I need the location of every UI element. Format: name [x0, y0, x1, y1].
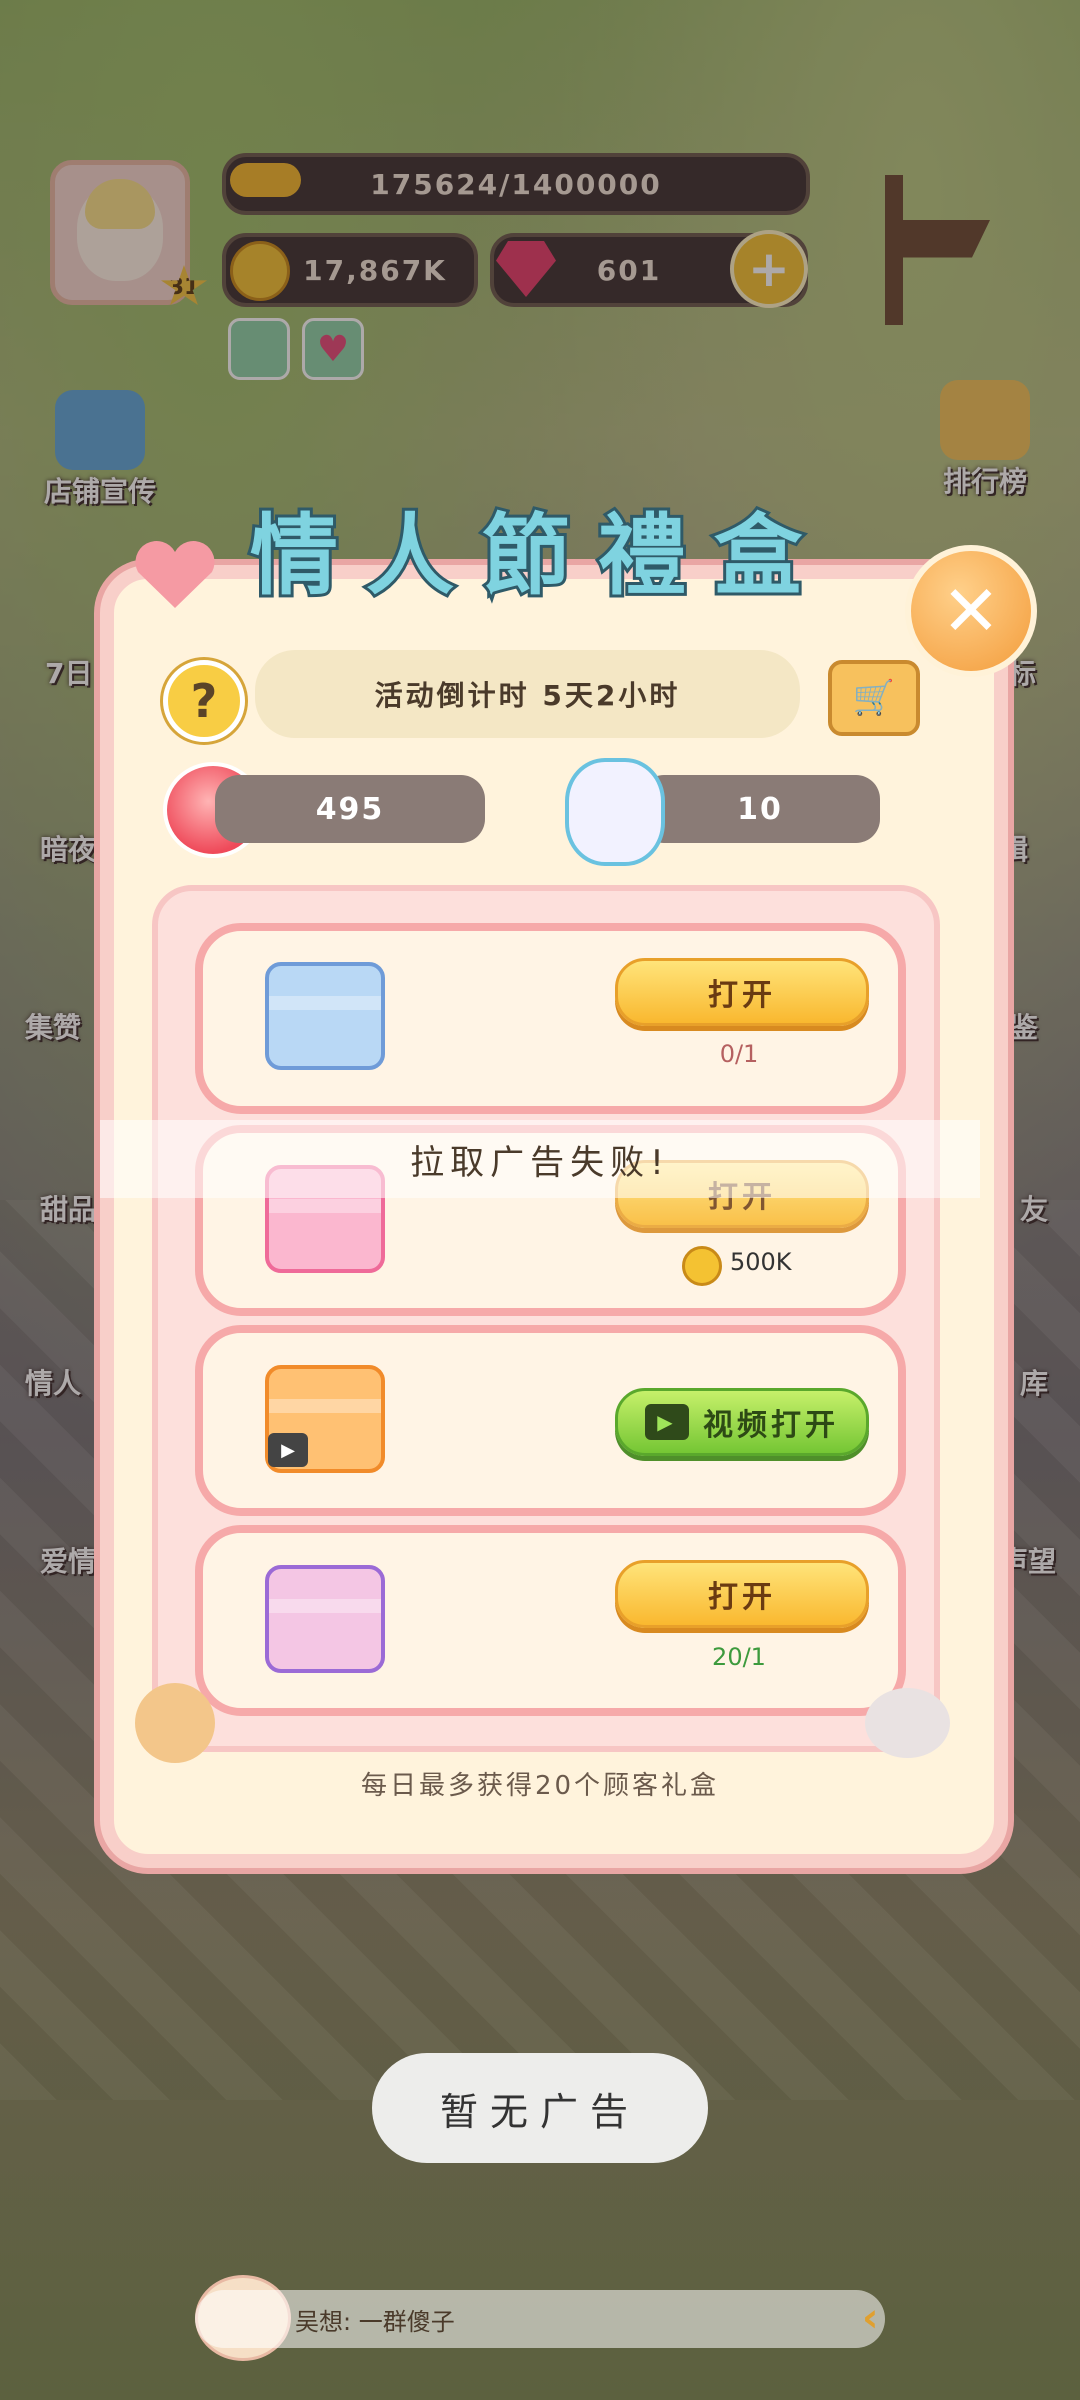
- video-open-button[interactable]: ▶ 视频打开: [615, 1388, 869, 1456]
- ad-error-message: 拉取广告失败!: [100, 1120, 980, 1198]
- close-icon: ✕: [941, 570, 1001, 652]
- character-token-icon: [565, 758, 665, 866]
- close-button[interactable]: ✕: [905, 545, 1037, 677]
- coin-icon: [682, 1246, 722, 1286]
- gift-row-2-cost: 500K: [730, 1248, 792, 1276]
- video-icon: ▶: [645, 1404, 689, 1440]
- rose-count: 495: [215, 775, 485, 843]
- gift-row-4-count: 20/1: [712, 1643, 766, 1671]
- gift-box-purple-icon: [265, 1565, 385, 1673]
- help-button[interactable]: ?: [163, 660, 245, 742]
- shop-cart-button[interactable]: 🛒: [828, 660, 920, 736]
- token-count: 10: [640, 775, 880, 843]
- video-open-label: 视频打开: [703, 1408, 839, 1443]
- girl-character-icon: [135, 1683, 215, 1763]
- chevron-left-icon[interactable]: ‹: [862, 2295, 878, 2341]
- gift-box-blue-icon: [265, 962, 385, 1070]
- open-button-4[interactable]: 打开: [615, 1560, 869, 1628]
- no-ad-toast: 暂无广告: [372, 2053, 708, 2163]
- event-countdown: 活动倒计时 5天2小时: [255, 650, 800, 738]
- modal-title: 情人節禮盒: [247, 501, 831, 610]
- daily-limit-note: 每日最多获得20个顾客礼盒: [360, 1771, 720, 1801]
- old-man-character-icon: [865, 1688, 950, 1758]
- video-icon: ▶: [268, 1433, 308, 1467]
- question-icon: ?: [190, 674, 218, 728]
- cart-icon: 🛒: [852, 678, 896, 718]
- chat-message: 吴想: 一群傻子: [295, 2307, 455, 2336]
- chat-bar[interactable]: 吴想: 一群傻子: [195, 2290, 885, 2348]
- open-button-1[interactable]: 打开: [615, 958, 869, 1026]
- gift-row-1-count: 0/1: [719, 1040, 759, 1068]
